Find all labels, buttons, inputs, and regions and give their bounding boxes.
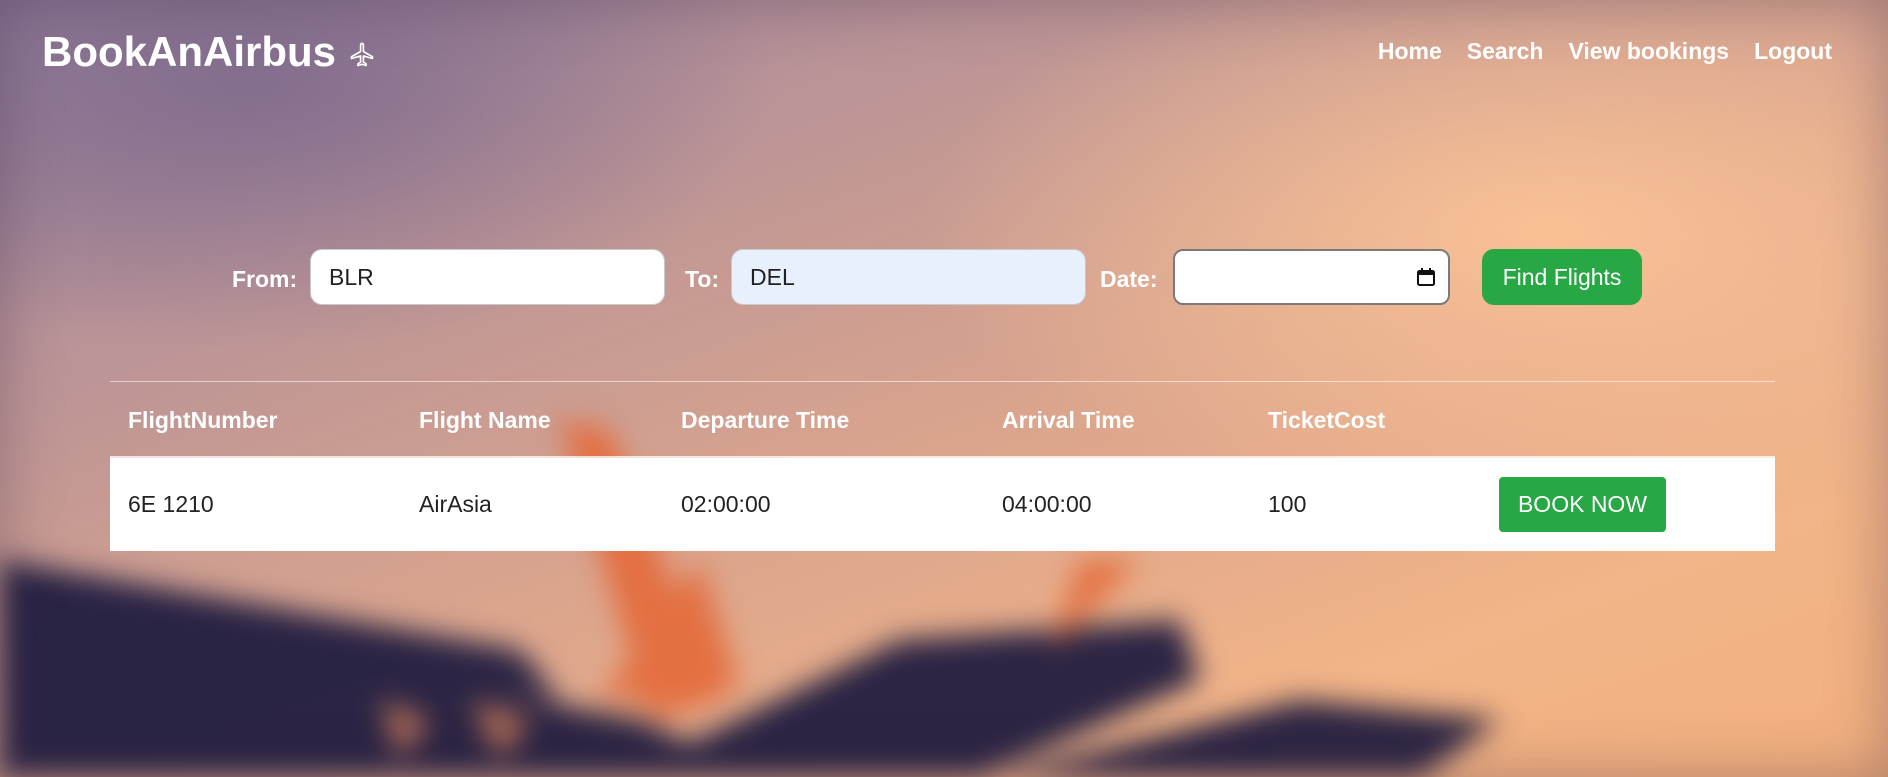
from-input[interactable] <box>310 249 665 305</box>
calendar-icon[interactable] <box>1416 267 1436 287</box>
nav-logout-link[interactable]: Logout <box>1754 38 1832 65</box>
header-flight-number: FlightNumber <box>128 407 278 433</box>
cell-ticket-cost: 100 <box>1268 491 1307 517</box>
date-label: Date: <box>1100 266 1158 292</box>
brand-logo[interactable]: BookAnAirbus <box>42 28 376 76</box>
date-input[interactable] <box>1173 249 1450 305</box>
nav-links: Home Search View bookings Logout <box>1378 38 1832 65</box>
navbar: BookAnAirbus Home Search View bookings L… <box>0 0 1888 110</box>
nav-view-bookings-link[interactable]: View bookings <box>1568 38 1729 65</box>
book-now-button[interactable]: BOOK NOW <box>1499 477 1666 532</box>
cell-flight-name: AirAsia <box>419 491 492 517</box>
header-departure-time: Departure Time <box>681 407 850 433</box>
table-header: FlightNumber Flight Name Departure Time … <box>110 381 1775 458</box>
flight-search-form: From: To: Date: Find Flights <box>0 249 1888 307</box>
find-flights-button[interactable]: Find Flights <box>1482 249 1642 305</box>
to-label: To: <box>685 266 720 292</box>
header-arrival-time: Arrival Time <box>1002 407 1135 433</box>
header-flight-name: Flight Name <box>419 407 551 433</box>
nav-home-link[interactable]: Home <box>1378 38 1442 65</box>
flights-table: FlightNumber Flight Name Departure Time … <box>110 381 1775 551</box>
cell-arrival-time: 04:00:00 <box>1002 491 1092 517</box>
airplane-icon <box>350 42 374 67</box>
table-row: 6E 1210 AirAsia 02:00:00 04:00:00 100 BO… <box>110 458 1775 551</box>
brand-title: BookAnAirbus <box>42 28 336 75</box>
cell-departure-time: 02:00:00 <box>681 491 771 517</box>
cell-flight-number: 6E 1210 <box>128 491 214 517</box>
from-label: From: <box>232 266 298 292</box>
header-ticket-cost: TicketCost <box>1268 407 1386 433</box>
nav-search-link[interactable]: Search <box>1467 38 1544 65</box>
to-input[interactable] <box>731 249 1086 305</box>
